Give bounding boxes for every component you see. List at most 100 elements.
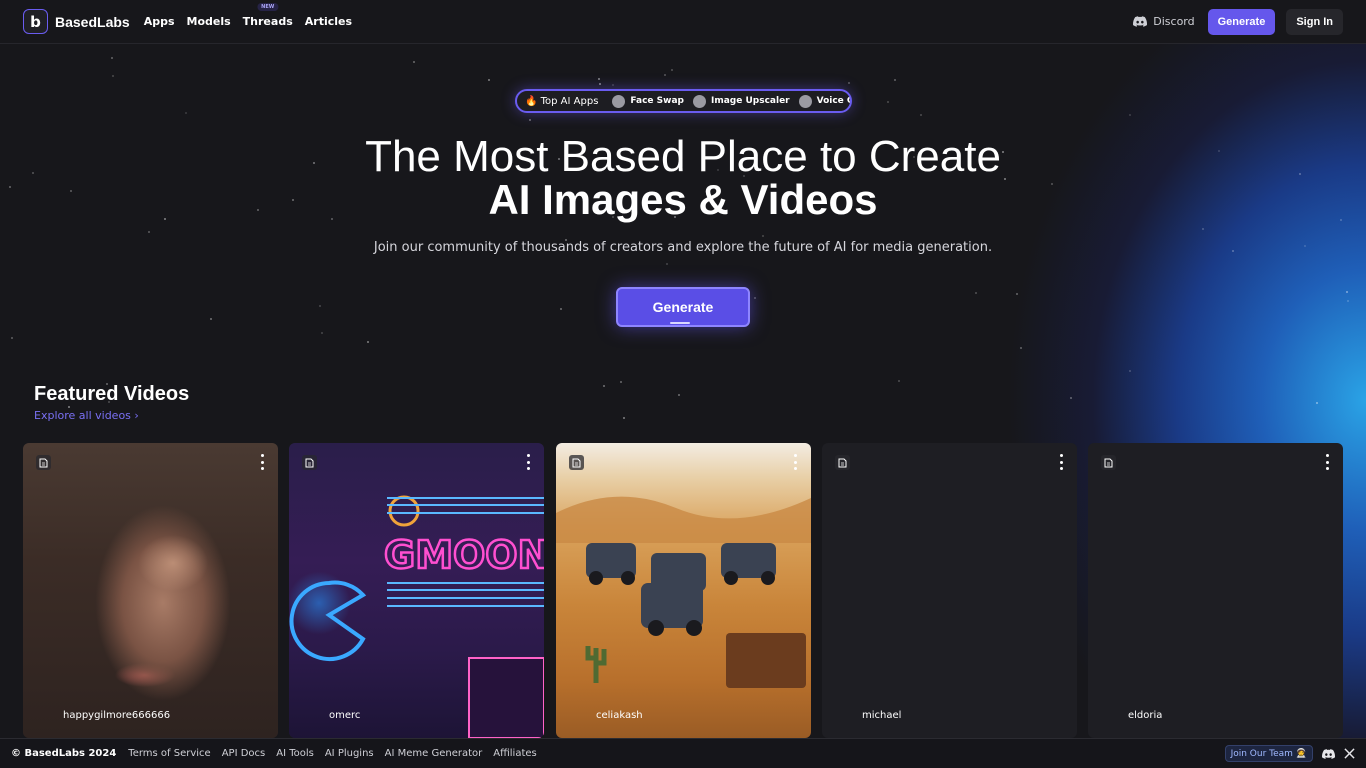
star-dot	[321, 332, 323, 334]
app-voice-clone[interactable]: Voice Clone	[798, 94, 850, 108]
star-dot	[920, 114, 922, 116]
video-thumbnail	[23, 443, 278, 738]
star-dot	[111, 57, 113, 59]
hero-title-line1: The Most Based Place to Create	[365, 132, 1001, 181]
hero-subtitle: Join our community of thousands of creat…	[373, 240, 993, 255]
star-dot	[754, 297, 756, 299]
join-our-team-button[interactable]: Join Our Team 🧑‍🚀	[1224, 745, 1313, 762]
explore-all-videos-link[interactable]: Explore all videos ›	[34, 409, 139, 422]
chevron-right-icon: ›	[134, 409, 139, 422]
header-actions: Discord Generate Sign In	[1133, 8, 1343, 35]
file-icon	[302, 455, 317, 470]
card-username[interactable]: celiakash	[596, 710, 643, 721]
video-card[interactable]: michael	[822, 443, 1077, 738]
star-dot	[848, 82, 850, 84]
star-dot	[560, 308, 562, 310]
app-thumbnail-icon	[612, 94, 626, 108]
star-dot	[612, 84, 614, 86]
star-dot	[678, 394, 680, 396]
app-label: Voice Clone	[816, 96, 850, 106]
footer-link-terms[interactable]: Terms of Service	[128, 748, 210, 759]
star-dot	[599, 83, 601, 85]
app-label: Image Upscaler	[710, 96, 790, 106]
card-username[interactable]: omerc	[329, 710, 360, 721]
app-label: Face Swap	[630, 96, 684, 106]
star-dot	[762, 235, 764, 237]
star-dot	[488, 79, 490, 81]
nav-threads[interactable]: NEW Threads	[242, 3, 293, 28]
app-thumbnail-icon	[798, 94, 812, 108]
app-face-swap[interactable]: Face Swap	[612, 94, 684, 108]
nav-models[interactable]: Models	[187, 15, 231, 28]
star-dot	[1346, 291, 1348, 293]
hero-generate-button[interactable]: Generate	[616, 287, 750, 327]
card-username[interactable]: michael	[862, 710, 901, 721]
star-dot	[1016, 293, 1018, 295]
video-thumbnail: GMOON	[289, 443, 544, 738]
more-vertical-icon[interactable]	[525, 454, 531, 470]
desert-cars-art	[556, 496, 811, 688]
more-vertical-icon[interactable]	[1058, 454, 1064, 470]
footer: © BasedLabs 2024 Terms of Service API Do…	[0, 738, 1366, 768]
video-card[interactable]: GMOON omerc	[289, 443, 544, 738]
x-icon[interactable]	[1344, 748, 1355, 759]
star-dot	[975, 292, 977, 294]
nav-apps[interactable]: Apps	[144, 15, 175, 28]
featured-videos-title: Featured Videos	[34, 383, 190, 405]
file-icon	[835, 455, 850, 470]
star-dot	[1316, 402, 1318, 404]
top-apps-bar: 🔥 Top AI Apps Face Swap Image Upscaler V…	[515, 89, 852, 113]
video-card[interactable]: happygilmore666666	[23, 443, 278, 738]
star-dot	[11, 337, 13, 339]
card-username[interactable]: eldoria	[1128, 710, 1162, 721]
star-dot	[112, 75, 114, 77]
video-card[interactable]: celiakash	[556, 443, 811, 738]
footer-link-meme-generator[interactable]: AI Meme Generator	[385, 748, 483, 759]
star-dot	[620, 381, 622, 383]
star-dot	[898, 380, 900, 382]
brand-name[interactable]: BasedLabs	[55, 14, 130, 30]
star-dot	[1202, 228, 1204, 230]
video-thumbnail	[556, 443, 811, 738]
star-dot	[887, 101, 889, 103]
nav-threads-label: Threads	[242, 15, 293, 28]
app-thumbnail-icon	[692, 94, 706, 108]
star-dot	[1070, 397, 1072, 399]
star-dot	[1347, 300, 1349, 302]
logo-icon[interactable]: b	[23, 9, 48, 34]
main-nav: Apps Models NEW Threads Articles	[144, 3, 352, 28]
star-dot	[1129, 370, 1131, 372]
star-dot	[623, 417, 625, 419]
discord-icon[interactable]	[1322, 748, 1335, 759]
video-card[interactable]: eldoria	[1088, 443, 1343, 738]
footer-link-ai-plugins[interactable]: AI Plugins	[325, 748, 374, 759]
file-icon	[36, 455, 51, 470]
more-vertical-icon[interactable]	[1324, 454, 1330, 470]
more-vertical-icon[interactable]	[792, 454, 798, 470]
footer-link-api-docs[interactable]: API Docs	[222, 748, 266, 759]
discord-label: Discord	[1153, 15, 1195, 28]
nav-articles[interactable]: Articles	[305, 15, 352, 28]
more-vertical-icon[interactable]	[259, 454, 265, 470]
star-dot	[319, 305, 321, 307]
generate-button[interactable]: Generate	[1207, 8, 1276, 35]
sign-in-button[interactable]: Sign In	[1286, 8, 1343, 35]
star-dot	[664, 74, 666, 76]
top-apps-label: 🔥 Top AI Apps	[525, 95, 599, 107]
star-dot	[367, 341, 369, 343]
star-dot	[894, 79, 896, 81]
star-dot	[148, 231, 150, 233]
file-icon	[569, 455, 584, 470]
app-image-upscaler[interactable]: Image Upscaler	[692, 94, 790, 108]
discord-link[interactable]: Discord	[1133, 15, 1195, 28]
star-dot	[529, 119, 531, 121]
star-dot	[413, 61, 415, 63]
hero-title-line2: AI Images & Videos	[488, 176, 878, 223]
footer-link-ai-tools[interactable]: AI Tools	[276, 748, 314, 759]
star-dot	[1129, 114, 1131, 116]
footer-link-affiliates[interactable]: Affiliates	[493, 748, 536, 759]
svg-text:GMOON: GMOON	[384, 533, 544, 577]
card-username[interactable]: happygilmore666666	[63, 710, 170, 721]
footer-actions: Join Our Team 🧑‍🚀	[1224, 745, 1355, 762]
file-icon	[1101, 455, 1116, 470]
